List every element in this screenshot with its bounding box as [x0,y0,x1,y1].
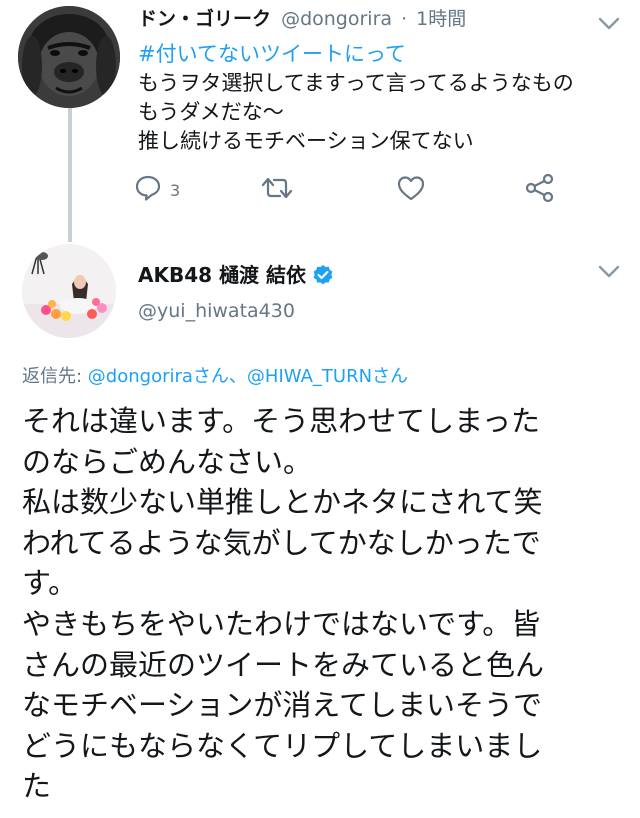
hashtag-link[interactable]: #付いてないツイートにって [138,40,628,69]
tweet-text-line: どうにもならなくてリプしてしまいまし [22,728,543,763]
reply-tweet-text: #付いてないツイートにって もうヲタ選択してますって言ってるようなもの もうダメ… [138,40,628,156]
main-handle[interactable]: @yui_hiwata430 [138,298,295,324]
reply-text-line: もうヲタ選択してますって言ってるようなもの [138,71,574,95]
header-separator: · [401,8,408,30]
mention-dongorira[interactable]: @dongorira [88,366,193,387]
main-display-name[interactable]: AKB48 樋渡 結依 [138,261,306,289]
reply-count: 3 [170,180,181,200]
profile-photo-avatar[interactable] [22,244,116,338]
share-icon [524,173,556,207]
verified-badge-icon [312,264,334,286]
tweet-text-line: われてるような気がしてかなしかったで [22,525,541,560]
reply-button[interactable]: 3 [134,174,180,206]
like-button[interactable] [396,174,426,206]
replying-to-line: 返信先: @dongoriraさん、@HIWA_TURNさん [22,364,408,390]
main-display-name-row: AKB48 樋渡 結依 [138,261,334,289]
tweet-action-bar: 3 [134,173,574,208]
reply-timestamp[interactable]: 1時間 [416,8,466,30]
main-tweet-text: それは違います。そう思わせてしまった のならごめんなさい。 私は数少ない単推しと… [22,401,628,807]
heart-icon [396,174,426,206]
retweet-icon [260,174,294,206]
tweet-text-line: さんの最近のツイートをみていると色ん [22,647,545,682]
thread-connector-line [68,108,72,242]
tweet-text-line: なモチベーションが消えてしまいそうで [22,688,542,723]
gorilla-avatar[interactable] [18,6,120,108]
share-button[interactable] [524,173,556,207]
chevron-down-icon[interactable] [598,16,620,30]
tweet-text-line: す。 [22,566,78,601]
mention-suffix: さん、 [192,366,247,387]
mention-suffix: さん [372,366,409,387]
tweet-text-line: た [22,769,52,804]
reply-display-name[interactable]: ドン・ゴリーク [138,8,271,30]
retweet-button[interactable] [260,174,294,206]
mention-hiwa-turn[interactable]: @HIWA_TURN [247,366,372,387]
tweet-text-line: 私は数少ない単推しとかネタにされて笑 [22,485,543,520]
reply-text-line: もうダメだな～ [138,100,284,124]
reply-text-line: 推し続けるモチベーション保てない [138,129,474,153]
replying-to-prefix: 返信先: [22,366,88,387]
reply-tweet-header: ドン・ゴリーク @dongorira · 1時間 [138,6,466,32]
tweet-text-line: のならごめんなさい。 [22,444,313,479]
tweet-text-line: やきもちをやいたわけではないです。皆 [22,606,541,641]
chevron-down-icon[interactable] [598,264,620,278]
reply-handle[interactable]: @dongorira [281,8,392,30]
reply-icon [134,174,162,206]
tweet-text-line: それは違います。そう思わせてしまった [22,404,540,438]
